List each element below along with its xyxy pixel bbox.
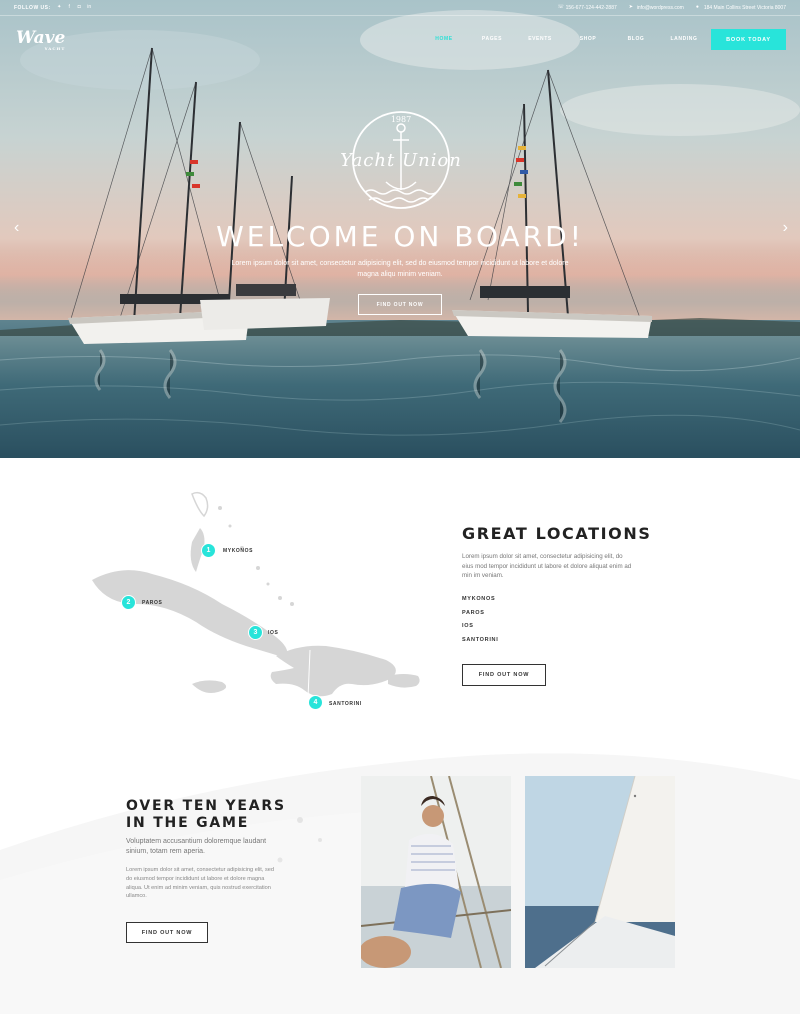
locations-title: GREAT LOCATIONS	[462, 524, 652, 543]
locations-list: MYKONOS PAROS IOS SANTORINI	[462, 596, 498, 650]
address-text: 184 Main Collins Street Victoria 8007	[703, 4, 786, 11]
top-bar: FOLLOW US: ✦ f ◘ in ☏ 156-677-124-442-288…	[0, 0, 800, 16]
location-item-ios[interactable]: IOS	[462, 623, 498, 637]
map-pin-label-ios: IOS	[268, 630, 279, 636]
about-title-line1: OVER TEN YEARS	[126, 798, 286, 814]
locations-description: Lorem ipsum dolor sit amet, consectetur …	[462, 553, 632, 579]
map-pin-3[interactable]: 3	[248, 625, 263, 640]
location-pin-icon: ●	[695, 4, 699, 10]
about-title: OVER TEN YEARS IN THE GAME	[126, 798, 286, 832]
nav-blog[interactable]: BLOG	[612, 36, 660, 42]
nav-events[interactable]: EVENTS	[516, 36, 564, 42]
contact-info: ☏ 156-677-124-442-2887 ➤ info@wordpress.co…	[558, 5, 786, 11]
phone-icon: ☏	[557, 4, 564, 10]
map-pin-label-santorini: SANTORINI	[329, 701, 362, 707]
social-links: ✦ f ◘ in	[57, 5, 92, 10]
hero-slider: FOLLOW US: ✦ f ◘ in ☏ 156-677-124-442-288…	[0, 0, 800, 458]
map-pin-4[interactable]: 4	[308, 695, 323, 710]
main-nav: HOME PAGES EVENTS SHOP BLOG LANDING	[420, 36, 708, 42]
hero-find-out-button[interactable]: FIND OUT NOW	[358, 294, 442, 315]
about-find-out-button[interactable]: FIND OUT NOW	[126, 922, 208, 943]
location-item-mykonos[interactable]: MYKONOS	[462, 596, 498, 610]
follow-label: FOLLOW US:	[14, 4, 51, 11]
photo-woman-on-boat	[361, 776, 511, 968]
site-logo[interactable]: Wave YACHT	[16, 28, 65, 51]
linkedin-icon[interactable]: in	[87, 5, 92, 10]
hero-subtitle: Lorem ipsum dolor sit amet, consectetur …	[231, 260, 569, 278]
send-icon: ➤	[628, 4, 633, 10]
photo-sailboat-bow	[525, 776, 675, 968]
about-title-line2: IN THE GAME	[126, 815, 250, 831]
map-pin-2[interactable]: 2	[121, 595, 136, 610]
nav-shop[interactable]: SHOP	[564, 36, 612, 42]
phone-number[interactable]: 156-677-124-442-2887	[566, 5, 617, 11]
instagram-icon[interactable]: ◘	[77, 5, 82, 10]
about-text: Lorem ipsum dolor sit amet, consectetur …	[126, 867, 274, 900]
twitter-icon[interactable]: ✦	[57, 5, 62, 10]
map-pin-1[interactable]: 1	[201, 543, 216, 558]
nav-pages[interactable]: PAGES	[468, 36, 516, 42]
facebook-icon[interactable]: f	[67, 5, 72, 10]
locations-find-out-button[interactable]: FIND OUT NOW	[462, 664, 546, 686]
hero-title: WELCOME ON BOARD!	[216, 220, 584, 253]
logo-text: Wave	[16, 28, 66, 48]
map-pin-label-mykonos: MYKONOS	[223, 548, 254, 554]
email-link[interactable]: info@wordpress.com	[637, 5, 684, 11]
about-lead: Voluptatem accusantium doloremque laudan…	[126, 838, 267, 855]
badge-year: 1987	[390, 115, 412, 124]
book-today-button[interactable]: BOOK TODAY	[711, 29, 786, 50]
location-item-paros[interactable]: PAROS	[462, 610, 498, 624]
map-pin-label-paros: PAROS	[142, 600, 163, 606]
nav-landing[interactable]: LANDING	[660, 36, 708, 42]
nav-home[interactable]: HOME	[420, 36, 468, 42]
badge-brand: Yacht Union	[340, 150, 462, 171]
location-item-santorini[interactable]: SANTORINI	[462, 637, 498, 651]
yacht-union-badge: 1987 Yacht Union	[340, 112, 461, 212]
